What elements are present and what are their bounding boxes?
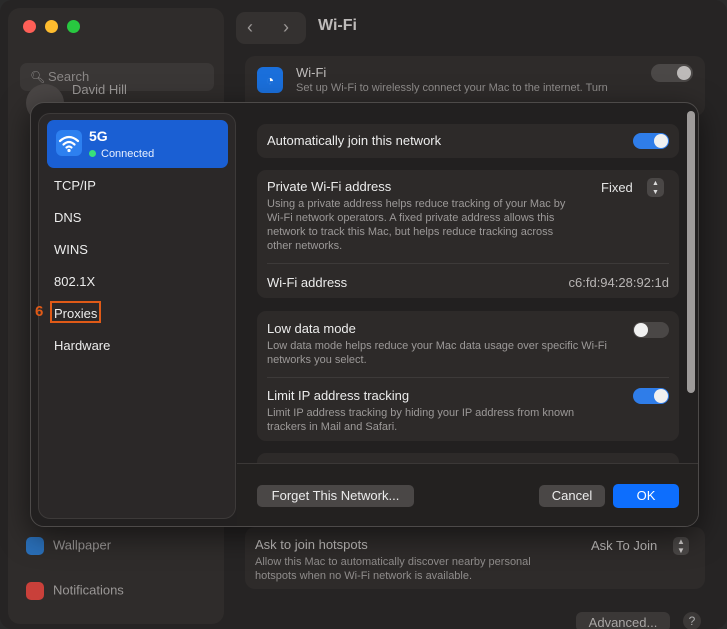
- ok-button[interactable]: OK: [613, 484, 679, 508]
- wifi-card-title: Wi-Fi: [296, 65, 327, 80]
- wifi-address-value: c6:fd:94:28:92:1d: [568, 275, 669, 290]
- proxies-highlight-box: [50, 301, 101, 323]
- sidebar-item-wins[interactable]: WINS: [54, 242, 88, 257]
- private-address-label: Private Wi-Fi address: [267, 179, 392, 194]
- sidebar-item-hardware[interactable]: Hardware: [54, 338, 110, 353]
- sidebar-item-dns[interactable]: DNS: [54, 210, 81, 225]
- navigation-buttons: ‹ ›: [236, 12, 306, 44]
- hotspots-stepper[interactable]: ▲ ▼: [673, 537, 689, 555]
- hotspots-title: Ask to join hotspots: [255, 537, 368, 552]
- sheet-footer: Forget This Network... Cancel OK: [237, 463, 698, 526]
- divider: [267, 263, 669, 264]
- hotspots-value[interactable]: Ask To Join: [591, 538, 657, 553]
- sidebar-item-8021x[interactable]: 802.1X: [54, 274, 95, 289]
- sidebar-item-network[interactable]: 5G Connected: [47, 120, 228, 168]
- limit-ip-toggle[interactable]: [633, 388, 669, 404]
- privacy-card: Low data mode Low data mode helps reduce…: [257, 311, 679, 441]
- back-chevron-icon[interactable]: ‹: [247, 17, 253, 38]
- connected-dot-icon: [89, 150, 96, 157]
- forward-chevron-icon[interactable]: ›: [283, 17, 289, 38]
- network-status-label: Connected: [101, 148, 155, 160]
- limit-ip-description: Limit IP address tracking by hiding your…: [267, 407, 575, 433]
- sidebar-item-wallpaper[interactable]: Wallpaper: [26, 537, 111, 555]
- wifi-icon: [56, 130, 82, 156]
- address-card: Private Wi-Fi address Using a private ad…: [257, 170, 679, 298]
- help-button[interactable]: ?: [683, 612, 701, 629]
- network-details-sheet: 5G Connected TCP/IP DNS WINS 802.1X Prox…: [30, 102, 699, 527]
- sidebar-item-tcpip[interactable]: TCP/IP: [54, 178, 96, 193]
- sidebar-item-notifications[interactable]: Notifications: [26, 582, 124, 600]
- minimize-window-button[interactable]: [45, 20, 58, 33]
- low-data-label: Low data mode: [267, 321, 356, 336]
- low-data-description: Low data mode helps reduce your Mac data…: [267, 340, 607, 366]
- auto-join-label: Automatically join this network: [267, 133, 442, 148]
- hotspots-description: Allow this Mac to automatically discover…: [255, 556, 531, 582]
- zoom-window-button[interactable]: [67, 20, 80, 33]
- wifi-address-label: Wi-Fi address: [267, 275, 348, 290]
- user-name[interactable]: David Hill: [72, 82, 127, 97]
- divider: [267, 377, 669, 378]
- low-data-toggle[interactable]: [633, 322, 669, 338]
- wifi-card-description: Set up Wi-Fi to wirelessly connect your …: [296, 82, 608, 94]
- wallpaper-icon: [26, 537, 44, 555]
- private-address-stepper[interactable]: ▲ ▼: [647, 178, 664, 197]
- wifi-toggle[interactable]: [651, 64, 693, 82]
- wifi-icon: ◔: [257, 67, 283, 93]
- limit-ip-label: Limit IP address tracking: [267, 388, 410, 403]
- sidebar-item-label: Wallpaper: [53, 537, 112, 553]
- forget-network-button[interactable]: Forget This Network...: [257, 485, 414, 507]
- cancel-button[interactable]: Cancel: [539, 485, 605, 507]
- page-title: Wi-Fi: [318, 17, 357, 34]
- network-status: Connected: [89, 148, 154, 160]
- annotation-step-number: 6: [35, 303, 44, 320]
- details-pane: Automatically join this network Private …: [237, 103, 698, 473]
- private-address-value[interactable]: Fixed: [601, 180, 633, 195]
- bell-icon: [26, 582, 44, 600]
- close-window-button[interactable]: [23, 20, 36, 33]
- private-address-description: Using a private address helps reduce tra…: [267, 198, 566, 252]
- auto-join-toggle[interactable]: [633, 133, 669, 149]
- advanced-button[interactable]: Advanced...: [576, 612, 670, 629]
- network-name: 5G: [89, 128, 108, 144]
- auto-join-card: Automatically join this network: [257, 124, 679, 158]
- scrollbar[interactable]: [687, 111, 695, 393]
- sidebar-item-label: Notifications: [53, 582, 124, 598]
